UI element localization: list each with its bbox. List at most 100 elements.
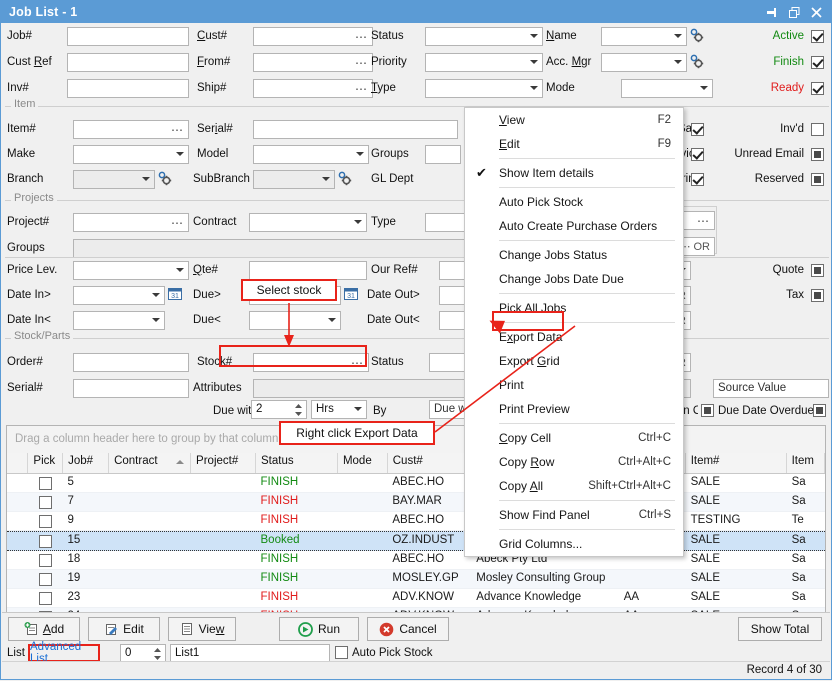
menu-item-show-item-details[interactable]: ✔Show Item details <box>465 161 683 185</box>
table-row[interactable]: 7FINISHBAY.MARSALESa <box>7 493 825 512</box>
ellipsis-icon[interactable]: ⋯ <box>171 215 184 231</box>
pick-checkbox[interactable] <box>39 573 52 586</box>
type-combo[interactable] <box>425 79 543 98</box>
gear-icon[interactable] <box>157 170 173 187</box>
row-pick-checkbox[interactable] <box>28 474 62 492</box>
menu-item-view[interactable]: ViewF2 <box>465 108 683 132</box>
gear-icon[interactable] <box>689 27 705 44</box>
due-within-unit-combo[interactable]: Hrs <box>311 400 367 419</box>
due-within-overdue-checkbox[interactable] <box>701 404 714 417</box>
pick-checkbox[interactable] <box>39 592 52 605</box>
grid-col-item2[interactable]: Item <box>787 453 825 473</box>
acc-mgr-combo[interactable] <box>601 53 687 72</box>
row-pick-checkbox[interactable] <box>28 493 62 511</box>
cust-no-input[interactable]: ⋯ <box>253 27 373 46</box>
row-pick-checkbox[interactable] <box>28 570 62 588</box>
run-button[interactable]: Run <box>279 617 359 641</box>
grid-col-status[interactable]: Status <box>256 453 338 473</box>
date-in-gt-combo[interactable] <box>73 286 165 305</box>
stock-serial-input[interactable] <box>73 379 189 398</box>
cancel-button[interactable]: Cancel <box>367 617 449 641</box>
menu-item-print[interactable]: Print <box>465 373 683 397</box>
finish-checkbox[interactable] <box>811 56 824 69</box>
sale-checkbox[interactable] <box>691 123 704 136</box>
grid-col-job[interactable]: Job# <box>63 453 109 473</box>
pin-icon[interactable] <box>761 2 783 22</box>
grid-col-mode[interactable]: Mode <box>338 453 388 473</box>
pick-checkbox[interactable] <box>39 515 52 528</box>
subbranch-combo[interactable] <box>253 170 335 189</box>
pick-checkbox[interactable] <box>39 477 52 490</box>
table-row[interactable]: 19FINISHMOSLEY.GPMosley Consulting Group… <box>7 570 825 589</box>
inv-no-input[interactable] <box>67 79 189 98</box>
item-groups-combo[interactable] <box>425 145 461 164</box>
menu-item-grid-columns[interactable]: Grid Columns... <box>465 532 683 556</box>
spinner-icon[interactable] <box>153 647 162 661</box>
row-pick-checkbox[interactable] <box>28 551 62 569</box>
table-row[interactable]: 15BookedOZ.INDUSTOz Industries Pty LtdOZ… <box>7 531 825 551</box>
show-total-button[interactable]: Show Total <box>738 617 822 641</box>
pick-checkbox[interactable] <box>39 535 52 548</box>
menu-item-change-jobs-status[interactable]: Change Jobs Status <box>465 243 683 267</box>
model-combo[interactable] <box>253 145 369 164</box>
name-combo[interactable] <box>601 27 687 46</box>
grid-col-project[interactable]: Project# <box>191 453 256 473</box>
advanced-list-tab[interactable]: Advanced List <box>28 644 100 662</box>
calendar-icon[interactable]: 31 <box>343 285 359 302</box>
serial-no-input[interactable] <box>253 120 458 139</box>
item-no-input[interactable]: ⋯ <box>73 120 189 139</box>
row-pick-checkbox[interactable] <box>28 532 62 550</box>
service-checkbox[interactable] <box>691 148 704 161</box>
from-no-input[interactable]: ⋯ <box>253 53 373 72</box>
job-list-grid[interactable]: Pick Job# Contract Project# Status Mode … <box>6 453 826 620</box>
unread-email-checkbox[interactable] <box>811 148 824 161</box>
price-lev-combo[interactable] <box>73 261 189 280</box>
pick-checkbox[interactable] <box>39 554 52 567</box>
active-checkbox[interactable] <box>811 30 824 43</box>
menu-item-export-grid[interactable]: Export Grid <box>465 349 683 373</box>
project-no-input[interactable]: ⋯ <box>73 213 189 232</box>
table-row[interactable]: 18FINISHABEC.HOAbeck Pty LtdSALESa <box>7 551 825 570</box>
menu-item-auto-pick-stock[interactable]: Auto Pick Stock <box>465 190 683 214</box>
priority-combo[interactable] <box>425 53 543 72</box>
ellipsis-icon[interactable]: ⋯ <box>355 81 368 97</box>
mode-combo[interactable] <box>621 79 713 98</box>
add-button[interactable]: Add <box>8 617 80 641</box>
invd-checkbox[interactable] <box>811 123 824 136</box>
menu-item-print-preview[interactable]: Print Preview <box>465 397 683 421</box>
grid-col-cust[interactable]: Cust# <box>388 453 472 473</box>
view-button[interactable]: View <box>168 617 236 641</box>
restore-icon[interactable] <box>783 2 805 22</box>
status-combo[interactable] <box>425 27 543 46</box>
table-row[interactable]: 5FINISHABEC.HOSALESa <box>7 474 825 493</box>
table-row[interactable]: 23FINISHADV.KNOWAdvance KnowledgeAASALES… <box>7 589 825 608</box>
pick-checkbox[interactable] <box>39 496 52 509</box>
due-lt-combo[interactable] <box>249 311 341 330</box>
gear-icon[interactable] <box>337 170 353 187</box>
grid-context-menu[interactable]: ViewF2EditF9✔Show Item detailsAuto Pick … <box>464 107 684 557</box>
ellipsis-icon[interactable]: ⋯ <box>697 213 710 229</box>
date-in-lt-combo[interactable] <box>73 311 165 330</box>
menu-item-copy-cell[interactable]: Copy CellCtrl+C <box>465 426 683 450</box>
grid-col-item[interactable]: Item# <box>686 453 787 473</box>
source-value-input[interactable]: Source Value <box>713 379 829 398</box>
calendar-icon[interactable]: 31 <box>167 285 183 302</box>
spinner-icon[interactable] <box>294 403 303 417</box>
ellipsis-icon[interactable]: ⋯ <box>171 122 184 138</box>
menu-item-auto-create-purchase-orders[interactable]: Auto Create Purchase Orders <box>465 214 683 238</box>
due-within-spinner[interactable]: 2 <box>251 400 307 419</box>
job-no-input[interactable] <box>67 27 189 46</box>
table-row[interactable]: 9FINISHABEC.HOTESTINGTe <box>7 512 825 531</box>
menu-item-copy-row[interactable]: Copy RowCtrl+Alt+C <box>465 450 683 474</box>
row-pick-checkbox[interactable] <box>28 512 62 530</box>
ellipsis-icon[interactable]: ⋯ <box>355 55 368 71</box>
ready-checkbox[interactable] <box>811 82 824 95</box>
row-pick-checkbox[interactable] <box>28 589 62 607</box>
hiring-checkbox[interactable] <box>691 173 704 186</box>
tax-checkbox[interactable] <box>811 289 824 302</box>
ellipsis-icon[interactable]: ⋯ <box>355 29 368 45</box>
due-date-overdue-checkbox[interactable] <box>813 404 826 417</box>
cust-ref-input[interactable] <box>67 53 189 72</box>
gear-icon[interactable] <box>689 53 705 70</box>
reserved-checkbox[interactable] <box>811 173 824 186</box>
